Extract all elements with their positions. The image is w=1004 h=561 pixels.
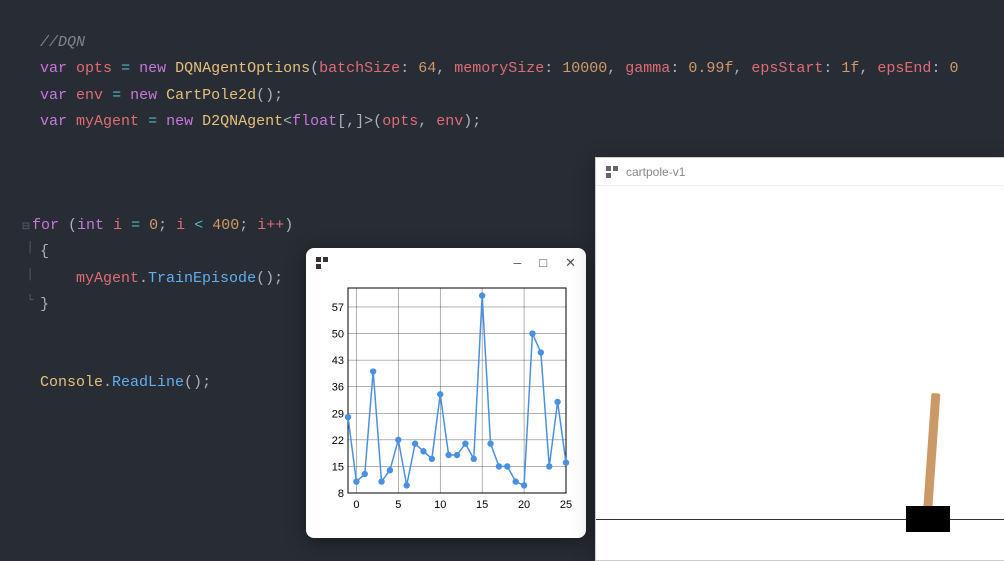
svg-text:25: 25 (560, 499, 572, 511)
svg-text:20: 20 (518, 499, 530, 511)
chart-titlebar[interactable]: — □ ✕ (306, 248, 586, 278)
chart-plot: 8 15 22 29 36 43 50 57 0 5 10 15 20 25 (316, 278, 576, 518)
svg-text:43: 43 (332, 355, 344, 367)
code-line-env: var env = new CartPole2d(); (20, 83, 984, 109)
code-line-comment: //DQN (20, 30, 984, 56)
window-controls: — □ ✕ (513, 256, 576, 271)
svg-text:22: 22 (332, 435, 344, 447)
code-line-agent: var myAgent = new D2QNAgent<float[,]>(op… (20, 109, 984, 135)
svg-text:50: 50 (332, 329, 344, 341)
cartpole-window[interactable]: cartpole-v1 (595, 157, 1004, 561)
svg-text:57: 57 (332, 302, 344, 314)
fold-toggle-icon[interactable]: ⊟ (20, 219, 32, 237)
cartpole-title: cartpole-v1 (626, 165, 685, 179)
svg-text:0: 0 (353, 499, 359, 511)
svg-text:36: 36 (332, 382, 344, 394)
svg-text:5: 5 (395, 499, 401, 511)
app-icon (606, 166, 618, 178)
svg-text:29: 29 (332, 408, 344, 420)
chart-window[interactable]: — □ ✕ 8 15 22 29 36 43 50 57 0 5 10 15 20 25 (306, 248, 586, 538)
cartpole-titlebar[interactable]: cartpole-v1 (596, 158, 1004, 186)
svg-text:8: 8 (338, 488, 344, 500)
minimize-button[interactable]: — (513, 256, 521, 271)
cartpole-canvas (596, 186, 1004, 560)
pole (923, 393, 940, 513)
app-icon (316, 257, 328, 269)
svg-text:15: 15 (332, 461, 344, 473)
close-button[interactable]: ✕ (565, 256, 576, 271)
svg-text:10: 10 (434, 499, 446, 511)
code-line-opts: var opts = new DQNAgentOptions(batchSize… (20, 56, 984, 82)
svg-text:15: 15 (476, 499, 488, 511)
cart (906, 506, 950, 532)
maximize-button[interactable]: □ (539, 256, 547, 271)
